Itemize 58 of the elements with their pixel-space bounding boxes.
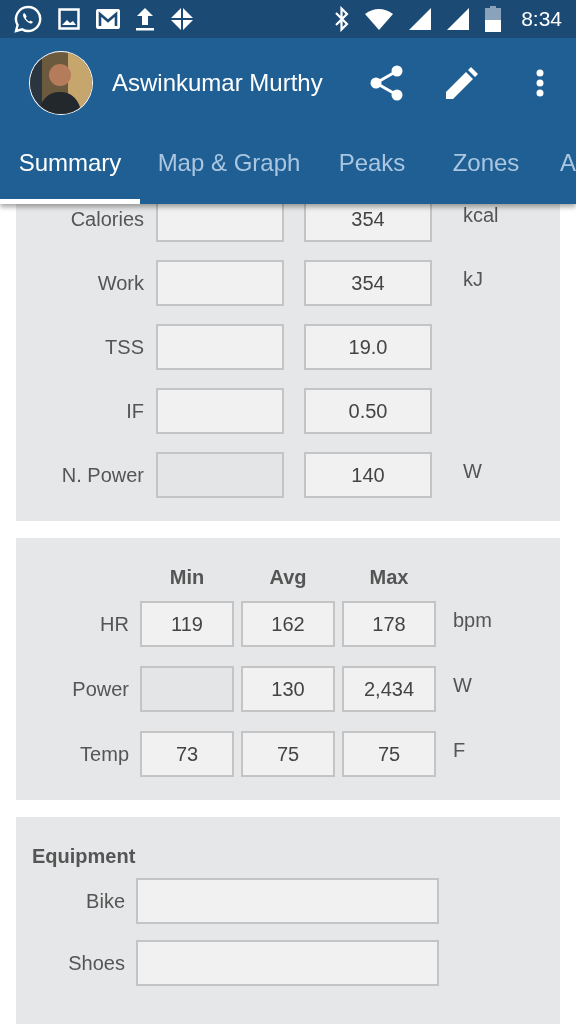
tab[interactable]: A — [546, 128, 576, 204]
unit-label: bpm — [453, 608, 493, 632]
field-label: Calories — [69, 207, 144, 232]
mail-icon — [96, 9, 120, 29]
input-field[interactable]: 178 — [342, 601, 436, 647]
input-field[interactable]: 162 — [241, 601, 335, 647]
field-label: Work — [96, 271, 144, 296]
unit-label: kcal — [463, 204, 500, 227]
field-label: Temp — [79, 742, 129, 767]
input-field[interactable] — [156, 204, 284, 242]
column-header: Min — [169, 566, 205, 588]
input-field[interactable]: 19.0 — [304, 324, 432, 370]
unit-label: F — [453, 738, 467, 762]
input-field[interactable]: 0.50 — [304, 388, 432, 434]
field-label: HR — [99, 612, 129, 637]
tab[interactable]: Peaks — [318, 128, 426, 204]
unit-label: W — [463, 459, 483, 483]
field-label: Power — [71, 677, 129, 702]
field-label: Shoes — [67, 951, 125, 976]
input-field[interactable]: 73 — [140, 731, 234, 777]
tab[interactable]: Zones — [426, 128, 546, 204]
user-name: Aswinkumar Murthy — [112, 69, 324, 97]
field-label: Bike — [85, 889, 125, 914]
battery-icon — [485, 6, 502, 32]
section-title: Equipment — [31, 845, 137, 868]
unit-label: W — [453, 673, 473, 697]
input-field[interactable]: 130 — [241, 666, 335, 712]
clock: 8:34 — [521, 7, 562, 31]
field-label: N. Power — [60, 463, 144, 488]
signal-icon — [447, 8, 470, 30]
input-field[interactable]: 2,434 — [342, 666, 436, 712]
field-label: TSS — [104, 335, 144, 360]
input-field[interactable] — [156, 324, 284, 370]
chat-bubble-icon — [14, 5, 42, 33]
input-field[interactable]: 354 — [304, 260, 432, 306]
input-field[interactable] — [156, 260, 284, 306]
column-header: Avg — [269, 566, 307, 588]
input-field[interactable] — [136, 878, 439, 924]
bluetooth-icon — [335, 6, 350, 32]
input-field[interactable]: 75 — [241, 731, 335, 777]
input-field[interactable] — [156, 388, 284, 434]
pinwheel-icon — [170, 7, 194, 31]
unit-label: kJ — [463, 267, 484, 291]
input-field[interactable]: 119 — [140, 601, 234, 647]
input-field[interactable]: 140 — [304, 452, 432, 498]
wifi-icon — [365, 8, 394, 30]
share-icon[interactable] — [370, 65, 404, 101]
more-icon[interactable] — [536, 69, 544, 97]
field-label: IF — [125, 399, 144, 424]
image-icon — [58, 8, 80, 30]
column-header: Max — [369, 566, 409, 588]
input-field[interactable] — [136, 940, 439, 986]
pencil-icon[interactable] — [446, 67, 478, 99]
signal-icon — [409, 8, 432, 30]
input-field[interactable]: 354 — [304, 204, 432, 242]
upload-icon — [136, 7, 154, 31]
input-field[interactable]: 75 — [342, 731, 436, 777]
tab[interactable]: Map & Graph — [140, 128, 318, 204]
